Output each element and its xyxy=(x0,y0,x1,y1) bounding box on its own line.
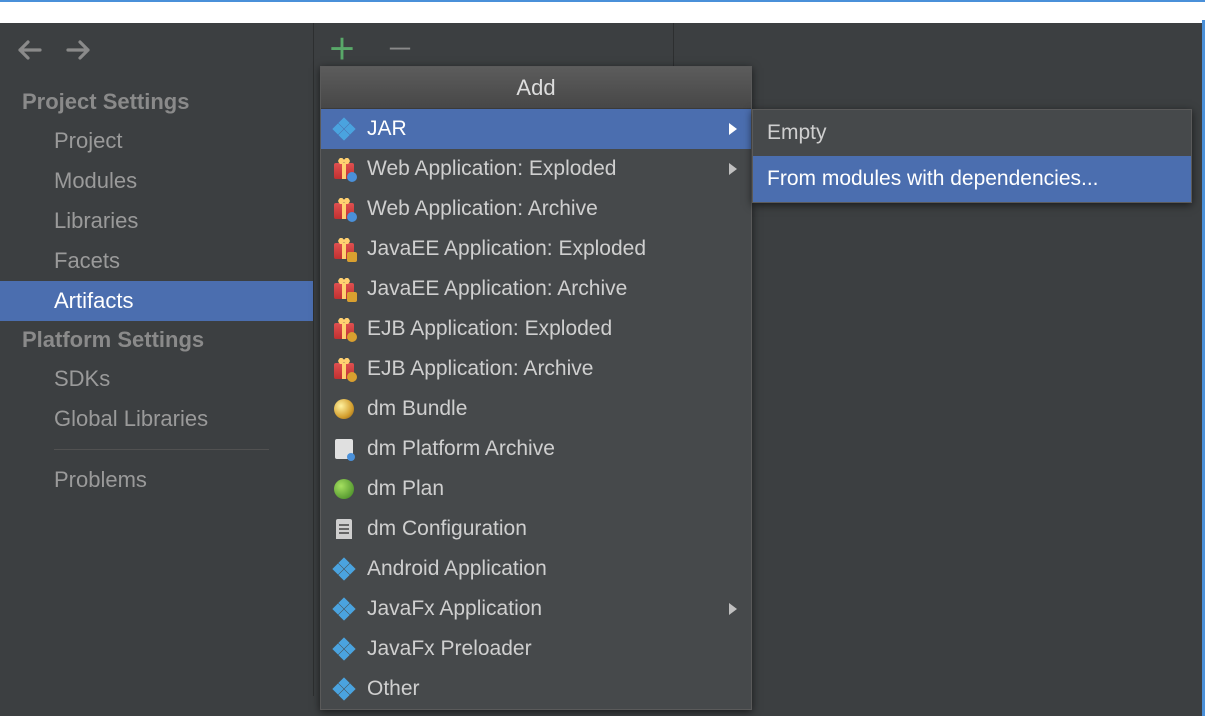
submenu-arrow-icon xyxy=(729,603,737,615)
remove-artifact-icon[interactable]: － xyxy=(386,36,414,64)
sidebar-list: Project Settings ProjectModulesLibraries… xyxy=(0,77,313,500)
sidebar-item-global-libraries[interactable]: Global Libraries xyxy=(0,399,313,439)
menu-item-label: JavaEE Application: Exploded xyxy=(367,237,739,261)
menu-item-label: Other xyxy=(367,677,739,701)
sidebar-item-libraries[interactable]: Libraries xyxy=(0,201,313,241)
section-platform-settings: Platform Settings xyxy=(0,321,313,359)
archive-icon xyxy=(333,438,355,460)
menu-item-web-application-archive[interactable]: Web Application: Archive xyxy=(321,189,751,229)
submenu-item-from-modules-with-dependencies-[interactable]: From modules with dependencies... xyxy=(753,156,1191,202)
navigation-arrows xyxy=(0,23,313,77)
sidebar-item-modules[interactable]: Modules xyxy=(0,161,313,201)
menu-item-label: dm Bundle xyxy=(367,397,739,421)
menu-item-javafx-preloader[interactable]: JavaFx Preloader xyxy=(321,629,751,669)
menu-item-label: JavaEE Application: Archive xyxy=(367,277,739,301)
submenu-item-empty[interactable]: Empty xyxy=(753,110,1191,156)
menu-item-label: Web Application: Archive xyxy=(367,197,739,221)
menu-item-other[interactable]: Other xyxy=(321,669,751,709)
menu-item-android-application[interactable]: Android Application xyxy=(321,549,751,589)
sidebar-item-problems[interactable]: Problems xyxy=(0,460,313,500)
menu-item-javafx-application[interactable]: JavaFx Application xyxy=(321,589,751,629)
menu-item-dm-platform-archive[interactable]: dm Platform Archive xyxy=(321,429,751,469)
menu-item-label: JAR xyxy=(367,117,717,141)
menu-item-ejb-application-exploded[interactable]: EJB Application: Exploded xyxy=(321,309,751,349)
forward-arrow-icon[interactable] xyxy=(66,40,90,60)
menu-item-dm-plan[interactable]: dm Plan xyxy=(321,469,751,509)
gift-ee-icon xyxy=(333,238,355,260)
plan-icon xyxy=(333,478,355,500)
menu-item-dm-bundle[interactable]: dm Bundle xyxy=(321,389,751,429)
gift-globe-icon xyxy=(333,158,355,180)
sidebar-separator xyxy=(54,449,269,450)
menu-item-label: dm Plan xyxy=(367,477,739,501)
menu-item-label: EJB Application: Archive xyxy=(367,357,739,381)
jar-submenu: EmptyFrom modules with dependencies... xyxy=(752,109,1192,203)
gift-ejb-icon xyxy=(333,318,355,340)
menu-item-javaee-application-exploded[interactable]: JavaEE Application: Exploded xyxy=(321,229,751,269)
menu-item-jar[interactable]: JAR xyxy=(321,109,751,149)
menu-item-web-application-exploded[interactable]: Web Application: Exploded xyxy=(321,149,751,189)
submenu-arrow-icon xyxy=(729,123,737,135)
menu-item-label: Android Application xyxy=(367,557,739,581)
add-artifact-icon[interactable]: ＋ xyxy=(328,36,356,64)
menu-item-label: EJB Application: Exploded xyxy=(367,317,739,341)
module-icon xyxy=(333,118,355,140)
sidebar-item-artifacts[interactable]: Artifacts xyxy=(0,281,313,321)
window-titlebar-strip xyxy=(0,0,1205,23)
module-icon xyxy=(333,678,355,700)
module-icon xyxy=(333,598,355,620)
sidebar-item-project[interactable]: Project xyxy=(0,121,313,161)
menu-item-label: JavaFx Preloader xyxy=(367,637,739,661)
back-arrow-icon[interactable] xyxy=(18,40,42,60)
section-project-settings: Project Settings xyxy=(0,83,313,121)
sidebar-item-sdks[interactable]: SDKs xyxy=(0,359,313,399)
menu-item-label: dm Configuration xyxy=(367,517,739,541)
add-artifact-menu: Add JAR Web Application: Exploded Web Appl… xyxy=(320,66,752,710)
submenu-arrow-icon xyxy=(729,163,737,175)
menu-item-label: JavaFx Application xyxy=(367,597,717,621)
module-icon xyxy=(333,638,355,660)
menu-item-label: dm Platform Archive xyxy=(367,437,739,461)
bundle-icon xyxy=(333,398,355,420)
settings-sidebar: Project Settings ProjectModulesLibraries… xyxy=(0,23,314,696)
menu-item-ejb-application-archive[interactable]: EJB Application: Archive xyxy=(321,349,751,389)
sidebar-item-facets[interactable]: Facets xyxy=(0,241,313,281)
add-menu-title: Add xyxy=(321,67,751,109)
menu-item-dm-configuration[interactable]: dm Configuration xyxy=(321,509,751,549)
gift-ee-icon xyxy=(333,278,355,300)
gift-globe-icon xyxy=(333,198,355,220)
menu-item-javaee-application-archive[interactable]: JavaEE Application: Archive xyxy=(321,269,751,309)
gift-ejb-icon xyxy=(333,358,355,380)
module-icon xyxy=(333,558,355,580)
menu-item-label: Web Application: Exploded xyxy=(367,157,717,181)
config-icon xyxy=(333,518,355,540)
